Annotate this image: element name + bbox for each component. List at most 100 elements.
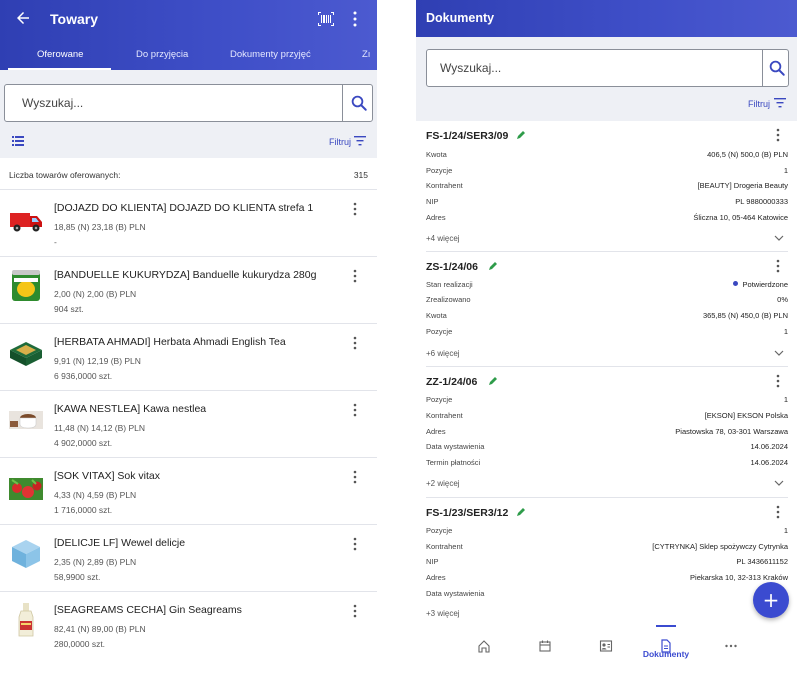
- product-price: 2,35 (N) 2,89 (B) PLN: [54, 557, 137, 567]
- field-value: 406,5 (N) 500,0 (B) PLN: [707, 150, 788, 159]
- more-vertical-icon[interactable]: [351, 470, 359, 484]
- document-number: ZS-1/24/06: [426, 261, 478, 273]
- field-value: 1: [783, 395, 788, 404]
- barcode-scan-icon[interactable]: [318, 12, 334, 26]
- search-icon[interactable]: [350, 94, 368, 112]
- filter-button[interactable]: Filtruj: [748, 99, 770, 109]
- search-icon[interactable]: [768, 59, 786, 77]
- more-vertical-icon[interactable]: [774, 259, 782, 273]
- tea-box-icon: [10, 342, 42, 366]
- show-more-row[interactable]: +2 więcej: [426, 476, 788, 492]
- product-item[interactable]: [DELICJE LF] Wewel delicje 2,35 (N) 2,89…: [0, 525, 377, 592]
- field-label: Kontrahent: [426, 542, 463, 551]
- product-item[interactable]: [SEAGREAMS CECHA] Gin Seagreams 82,41 (N…: [0, 592, 377, 659]
- more-vertical-icon[interactable]: [774, 505, 782, 519]
- status-text: Potwierdzone: [742, 280, 788, 289]
- field-value: 14.06.2024: [750, 458, 788, 467]
- show-more-row[interactable]: +4 więcej: [426, 231, 788, 247]
- show-more-label: +6 więcej: [426, 349, 460, 358]
- field-label: Stan realizacji: [426, 280, 473, 289]
- field-value: Śliczna 10, 05-464 Katowice: [693, 213, 788, 222]
- nav-documents-label[interactable]: Dokumenty: [636, 649, 696, 659]
- filter-icon[interactable]: [774, 98, 786, 108]
- product-item[interactable]: [KAWA NESTLEA] Kawa nestlea 11,48 (N) 14…: [0, 391, 377, 458]
- nav-active-indicator: [656, 625, 676, 627]
- delivery-van-icon: [10, 213, 42, 232]
- field-value: [BEAUTY] Drogeria Beauty: [697, 181, 788, 190]
- more-vertical-icon[interactable]: [351, 202, 359, 216]
- document-card[interactable]: FS-1/24/SER3/09 Kwota 406,5 (N) 500,0 (B)…: [426, 122, 788, 252]
- more-vertical-icon[interactable]: [351, 269, 359, 283]
- document-card[interactable]: ZS-1/24/06 Stan realizacji Potwierdzone Z…: [426, 253, 788, 367]
- tab-oferowane[interactable]: Oferowane: [37, 49, 83, 60]
- chevron-down-icon[interactable]: [774, 349, 784, 357]
- page-title: Towary: [50, 11, 98, 27]
- tab-dokumenty-przyjec[interactable]: Dokumenty przyjęć: [230, 49, 311, 60]
- documents-screen: Dokumenty Wyszukaj... Filtruj FS-1/24/SE…: [416, 0, 797, 675]
- chevron-down-icon[interactable]: [774, 479, 784, 487]
- filter-icon[interactable]: [354, 136, 366, 146]
- more-vertical-icon[interactable]: [774, 128, 782, 142]
- back-arrow-icon[interactable]: [14, 9, 32, 27]
- filter-button[interactable]: Filtruj: [329, 137, 351, 147]
- field-value: 14.06.2024: [750, 442, 788, 451]
- corn-can-icon: [12, 270, 40, 301]
- field-label: Kwota: [426, 311, 447, 320]
- search-input[interactable]: Wyszukaj...: [4, 84, 373, 122]
- more-vertical-icon[interactable]: [351, 604, 359, 618]
- show-more-row[interactable]: +3 więcej: [426, 606, 788, 622]
- search-divider: [342, 85, 343, 121]
- edit-pencil-icon[interactable]: [516, 130, 526, 140]
- document-field: Pozycje 1: [426, 164, 788, 179]
- tab-truncated[interactable]: Zı: [362, 49, 370, 60]
- product-name: [SOK VITAX] Sok vitax: [54, 470, 161, 482]
- document-field: Pozycje 1: [426, 325, 788, 340]
- field-label: Adres: [426, 213, 446, 222]
- more-vertical-icon[interactable]: [351, 537, 359, 551]
- field-label: Pozycje: [426, 166, 453, 175]
- field-value: [CYTRYNKA] Sklep spożywczy Cytrynka: [652, 542, 788, 551]
- product-item[interactable]: [SOK VITAX] Sok vitax 4,33 (N) 4,59 (B) …: [0, 458, 377, 525]
- field-label: Adres: [426, 427, 446, 436]
- document-number: FS-1/23/SER3/12: [426, 507, 509, 519]
- search-input[interactable]: Wyszukaj...: [426, 49, 789, 87]
- show-more-label: +4 więcej: [426, 234, 460, 243]
- tab-bar: Oferowane Do przyjęcia Dokumenty przyjęć…: [0, 40, 377, 70]
- edit-pencil-icon[interactable]: [488, 261, 498, 271]
- page-title: Dokumenty: [426, 11, 495, 25]
- product-name: [DOJAZD DO KLIENTA] DOJAZD DO KLIENTA st…: [54, 202, 314, 214]
- product-item[interactable]: [HERBATA AHMADI] Herbata Ahmadi English …: [0, 324, 377, 391]
- chevron-down-icon[interactable]: [774, 234, 784, 242]
- nav-calendar[interactable]: [525, 635, 565, 667]
- tab-do-przyjecia[interactable]: Do przyjęcia: [136, 49, 188, 60]
- list-view-icon[interactable]: [12, 136, 24, 146]
- nav-contacts[interactable]: [586, 635, 626, 667]
- edit-pencil-icon[interactable]: [516, 507, 526, 517]
- product-price: 82,41 (N) 89,00 (B) PLN: [54, 624, 146, 634]
- more-vertical-icon[interactable]: [774, 374, 782, 388]
- product-item[interactable]: [DOJAZD DO KLIENTA] DOJAZD DO KLIENTA st…: [0, 190, 377, 257]
- overflow-menu-icon[interactable]: [350, 11, 360, 27]
- nav-more[interactable]: [711, 635, 751, 667]
- document-number: FS-1/24/SER3/09: [426, 130, 509, 142]
- products-screen: Towary Oferowane Do przyjęcia Dokumenty …: [0, 0, 377, 675]
- home-icon: [478, 640, 490, 653]
- more-vertical-icon[interactable]: [351, 336, 359, 350]
- document-card[interactable]: FS-1/23/SER3/12 Pozycje 1 Kontrahent [CYTR…: [426, 499, 788, 625]
- field-label: Data wystawienia: [426, 589, 485, 598]
- product-stock: 1 716,0000 szt.: [54, 505, 113, 515]
- document-field: Kwota 365,85 (N) 450,0 (B) PLN: [426, 309, 788, 324]
- more-vertical-icon[interactable]: [351, 403, 359, 417]
- field-value: 1: [783, 327, 788, 336]
- show-more-row[interactable]: +6 więcej: [426, 346, 788, 362]
- document-card[interactable]: ZZ-1/24/06 Pozycje 1 Kontrahent [EKSON] EK…: [426, 368, 788, 498]
- add-document-fab[interactable]: +: [753, 582, 789, 618]
- document-field: Pozycje 1: [426, 393, 788, 408]
- product-name: [BANDUELLE KUKURYDZA] Banduelle kukurydz…: [54, 269, 317, 281]
- edit-pencil-icon[interactable]: [488, 376, 498, 386]
- nav-home[interactable]: [464, 635, 504, 667]
- show-more-label: +2 więcej: [426, 479, 460, 488]
- field-label: Pozycje: [426, 395, 453, 404]
- field-label: Pozycje: [426, 526, 453, 535]
- product-item[interactable]: [BANDUELLE KUKURYDZA] Banduelle kukurydz…: [0, 257, 377, 324]
